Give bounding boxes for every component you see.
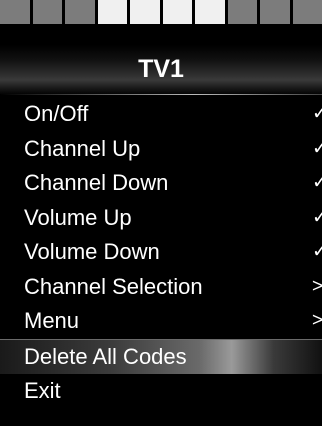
menu-item-label: Channel Down xyxy=(24,170,169,195)
checkmark-icon: ✓ xyxy=(312,172,322,193)
page-indicator-segment xyxy=(227,0,257,24)
page-indicator-segment xyxy=(292,0,322,24)
checkmark-icon: ✓ xyxy=(312,103,322,124)
page-indicator-segment xyxy=(32,0,62,24)
page-indicator-segment xyxy=(195,0,225,24)
menu-item-exit[interactable]: Exit xyxy=(0,374,322,409)
page-indicator-segment xyxy=(65,0,95,24)
page-indicator-bar xyxy=(0,0,322,27)
checkmark-icon: ✓ xyxy=(312,241,322,262)
menu-item-label: Channel Up xyxy=(24,135,141,161)
menu-item-volume-up[interactable]: Volume Up ✓ xyxy=(0,201,322,236)
checkmark-icon: ✓ xyxy=(312,206,322,228)
menu-item-label: On/Off xyxy=(24,101,89,126)
page-indicator-segment xyxy=(260,0,290,24)
menu-item-label: Delete All Codes xyxy=(24,343,187,369)
menu-item-label: Volume Down xyxy=(24,239,160,264)
page-indicator-segment xyxy=(97,0,127,24)
menu-item-menu[interactable]: Menu > xyxy=(0,304,322,339)
menu-item-label: Channel Selection xyxy=(24,273,203,299)
checkmark-icon: ✓ xyxy=(312,137,322,159)
page-indicator-segment xyxy=(0,0,30,24)
menu-item-label: Menu xyxy=(24,308,80,333)
page-indicator-segment xyxy=(162,0,192,24)
menu-item-channel-selection[interactable]: Channel Selection > xyxy=(0,270,322,305)
menu-item-on-off[interactable]: On/Off ✓ xyxy=(0,97,322,132)
menu-item-label: Exit xyxy=(24,378,61,403)
menu-item-channel-down[interactable]: Channel Down ✓ xyxy=(0,166,322,201)
menu-item-channel-up[interactable]: Channel Up ✓ xyxy=(0,132,322,167)
menu-list: On/Off ✓ Channel Up ✓ Channel Down ✓ Vol… xyxy=(0,97,322,409)
menu-item-label: Volume Up xyxy=(24,204,132,230)
menu-item-delete-all-codes[interactable]: Delete All Codes xyxy=(0,338,322,374)
page-indicator-segment xyxy=(130,0,160,24)
title-divider xyxy=(0,94,322,95)
chevron-right-icon: > xyxy=(312,275,322,297)
page-title: TV1 xyxy=(138,55,184,83)
menu-item-volume-down[interactable]: Volume Down ✓ xyxy=(0,235,322,270)
chevron-right-icon: > xyxy=(312,310,322,331)
device-screen: TV1 On/Off ✓ Channel Up ✓ Channel Down ✓… xyxy=(0,0,322,426)
